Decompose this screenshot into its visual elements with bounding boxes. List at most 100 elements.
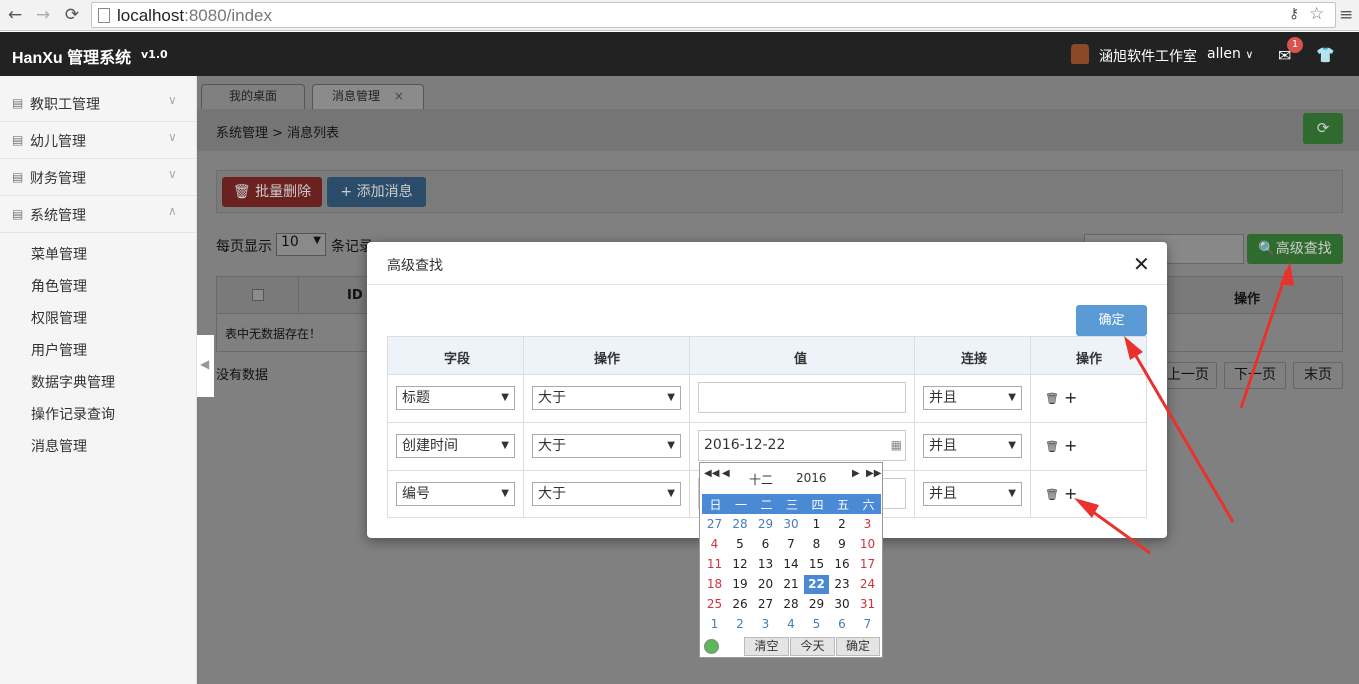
calendar-day[interactable]: 30 [779, 515, 804, 534]
next-month-icon[interactable]: ▶ [852, 468, 860, 479]
calendar-day[interactable]: 14 [779, 555, 804, 574]
pagesize-select[interactable]: 10 ▼ [276, 233, 326, 256]
sidebar-subitem-role[interactable]: 角色管理 [31, 276, 87, 296]
ok-button[interactable]: 确定 [836, 637, 880, 656]
calendar-day[interactable]: 2 [728, 615, 753, 634]
star-icon[interactable]: ☆ [1309, 4, 1324, 24]
sidebar-item-system[interactable]: ▤ 系统管理 ∧ [0, 196, 196, 233]
today-button[interactable]: 今天 [790, 637, 835, 656]
field-select[interactable]: 创建时间 ▼ [396, 434, 515, 458]
calendar-day[interactable]: 23 [830, 575, 855, 594]
calendar-day[interactable]: 11 [702, 555, 727, 574]
close-icon[interactable]: × [394, 89, 404, 103]
field-select[interactable]: 标题 ▼ [396, 386, 515, 410]
address-bar[interactable]: localhost:8080/index ⚷ ☆ [91, 2, 1336, 28]
calendar-day[interactable]: 30 [830, 595, 855, 614]
calendar-day[interactable]: 17 [855, 555, 880, 574]
sidebar-item-finance[interactable]: ▤ 财务管理 ∨ [0, 159, 196, 196]
calendar-day[interactable]: 1 [804, 515, 829, 534]
value-input[interactable] [698, 382, 906, 413]
sidebar-subitem-menu[interactable]: 菜单管理 [31, 244, 87, 264]
prev-month-icon[interactable]: ◀ [722, 468, 730, 479]
calendar-day[interactable]: 5 [804, 615, 829, 634]
calendar-day[interactable]: 28 [779, 595, 804, 614]
trash-icon[interactable]: 🗑 [1045, 440, 1059, 453]
calendar-day[interactable]: 24 [855, 575, 880, 594]
calendar-day[interactable]: 9 [830, 535, 855, 554]
calendar-day[interactable]: 3 [855, 515, 880, 534]
calendar-day[interactable]: 22 [804, 575, 829, 594]
menu-icon[interactable]: ≡ [1339, 5, 1353, 25]
sidebar-subitem-permission[interactable]: 权限管理 [31, 308, 87, 328]
next-year-icon[interactable]: ▶▶ [866, 468, 881, 479]
calendar-day[interactable]: 5 [728, 535, 753, 554]
trash-icon[interactable]: 🗑 [1045, 392, 1059, 405]
batch-delete-button[interactable]: 🗑 批量删除 [222, 177, 322, 207]
reload-icon[interactable]: ⟳ [61, 4, 83, 26]
year-label[interactable]: 2016 [796, 471, 827, 485]
operator-select[interactable]: 大于 ▼ [532, 386, 681, 410]
month-label[interactable]: 十二 [749, 471, 773, 488]
plus-icon[interactable]: + [1064, 484, 1077, 503]
calendar-day[interactable]: 27 [753, 595, 778, 614]
calendar-day[interactable]: 16 [830, 555, 855, 574]
calendar-day[interactable]: 8 [804, 535, 829, 554]
select-all-checkbox[interactable] [252, 289, 264, 301]
calendar-day[interactable]: 4 [702, 535, 727, 554]
key-icon[interactable]: ⚷ [1289, 6, 1299, 22]
operator-select[interactable]: 大于 ▼ [532, 482, 681, 506]
prev-page-button[interactable]: 上一页 [1159, 362, 1217, 389]
back-icon[interactable]: ← [4, 4, 26, 26]
calendar-day[interactable]: 3 [753, 615, 778, 634]
advanced-search-button[interactable]: 🔍高级查找 [1247, 234, 1343, 264]
prev-year-icon[interactable]: ◀◀ [704, 468, 719, 479]
sidebar-subitem-user[interactable]: 用户管理 [31, 340, 87, 360]
add-message-button[interactable]: + 添加消息 [327, 177, 426, 207]
calendar-day[interactable]: 13 [753, 555, 778, 574]
confirm-button[interactable]: 确定 [1076, 305, 1147, 336]
column-header-id[interactable]: ID [347, 288, 363, 303]
calendar-day[interactable]: 7 [779, 535, 804, 554]
tab-desktop[interactable]: 我的桌面 [201, 84, 305, 109]
calendar-day[interactable]: 6 [753, 535, 778, 554]
sidebar-item-children[interactable]: ▤ 幼儿管理 ∨ [0, 122, 196, 159]
plus-icon[interactable]: + [1064, 388, 1077, 407]
calendar-day[interactable]: 28 [728, 515, 753, 534]
tab-message[interactable]: 消息管理 × [312, 84, 424, 109]
calendar-day[interactable]: 29 [804, 595, 829, 614]
calendar-day[interactable]: 6 [830, 615, 855, 634]
trash-icon[interactable]: 🗑 [1045, 488, 1059, 501]
calendar-day[interactable]: 20 [753, 575, 778, 594]
calendar-day[interactable]: 26 [728, 595, 753, 614]
calendar-day[interactable]: 7 [855, 615, 880, 634]
clock-icon[interactable] [704, 639, 719, 654]
close-icon[interactable]: ✕ [1133, 252, 1150, 276]
calendar-day[interactable]: 1 [702, 615, 727, 634]
calendar-day[interactable]: 18 [702, 575, 727, 594]
refresh-button[interactable]: ⟳ [1303, 113, 1343, 144]
calendar-day[interactable]: 4 [779, 615, 804, 634]
operator-select[interactable]: 大于 ▼ [532, 434, 681, 458]
forward-icon[interactable]: → [32, 4, 54, 26]
user-menu[interactable]: allen ∨ [1207, 46, 1253, 62]
sidebar-item-staff[interactable]: ▤ 教职工管理 ∨ [0, 85, 196, 122]
last-page-button[interactable]: 末页 [1293, 362, 1343, 389]
calendar-day[interactable]: 15 [804, 555, 829, 574]
field-select[interactable]: 编号 ▼ [396, 482, 515, 506]
clear-button[interactable]: 清空 [744, 637, 789, 656]
connector-select[interactable]: 并且 ▼ [923, 434, 1022, 458]
sidebar-collapse-handle[interactable]: ◀ [197, 335, 214, 397]
calendar-day[interactable]: 27 [702, 515, 727, 534]
calendar-day[interactable]: 2 [830, 515, 855, 534]
next-page-button[interactable]: 下一页 [1224, 362, 1286, 389]
sidebar-subitem-message[interactable]: 消息管理 [31, 436, 87, 456]
connector-select[interactable]: 并且 ▼ [923, 386, 1022, 410]
connector-select[interactable]: 并且 ▼ [923, 482, 1022, 506]
calendar-icon[interactable]: ▦ [891, 431, 902, 460]
sidebar-subitem-dictionary[interactable]: 数据字典管理 [31, 372, 115, 392]
calendar-day[interactable]: 29 [753, 515, 778, 534]
date-input[interactable]: 2016-12-22 ▦ [698, 430, 906, 461]
calendar-day[interactable]: 12 [728, 555, 753, 574]
skin-icon[interactable]: 👕 [1316, 46, 1335, 64]
plus-icon[interactable]: + [1064, 436, 1077, 455]
